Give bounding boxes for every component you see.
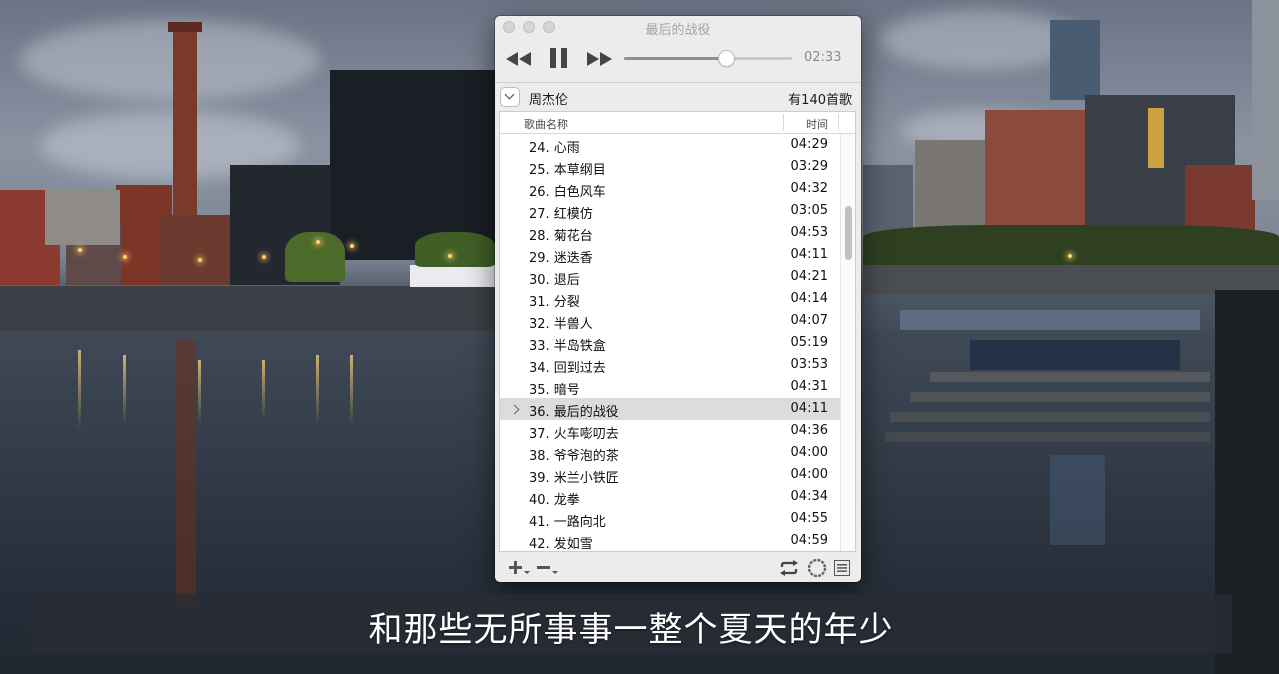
song-duration: 04:29 xyxy=(790,137,828,152)
song-title: 35. 暗号 xyxy=(529,383,580,398)
song-row[interactable]: 24. 心雨 04:29 xyxy=(500,134,840,156)
scrollbar-thumb[interactable] xyxy=(845,206,852,260)
song-title: 41. 一路向北 xyxy=(529,515,606,530)
song-duration: 04:55 xyxy=(790,511,828,526)
song-count: 有140首歌 xyxy=(788,93,852,108)
song-list: 歌曲名称 时间 24. 心雨 04:29 25. 本草纲目 03:29 26. 白色风车… xyxy=(500,112,855,551)
shuffle-circle-button[interactable] xyxy=(807,558,827,581)
circle-icon xyxy=(807,558,827,578)
chevron-down-icon xyxy=(504,89,515,100)
song-title: 42. 发如雪 xyxy=(529,537,593,551)
list-icon xyxy=(834,560,850,576)
song-row[interactable]: 38. 爷爷泡的茶 04:00 xyxy=(500,442,840,464)
subtitle-text: 和那些无所事事一整个夏天的年少 xyxy=(368,610,894,650)
song-title: 37. 火车嘭叨去 xyxy=(529,427,619,442)
song-duration: 04:00 xyxy=(790,467,828,482)
minus-icon xyxy=(537,566,558,574)
song-duration: 03:05 xyxy=(790,203,828,218)
song-title: 40. 龙拳 xyxy=(529,493,580,508)
song-duration: 04:32 xyxy=(790,181,828,196)
column-divider xyxy=(783,114,784,131)
song-row[interactable]: 26. 白色风车 04:32 xyxy=(500,178,840,200)
song-row[interactable]: 28. 菊花台 04:53 xyxy=(500,222,840,244)
song-title: 33. 半岛铁盒 xyxy=(529,339,606,354)
previous-track-button[interactable] xyxy=(505,51,533,67)
artist-collapse-toggle[interactable] xyxy=(501,88,519,106)
column-divider xyxy=(838,114,839,131)
song-duration: 05:19 xyxy=(790,335,828,350)
song-title: 29. 迷迭香 xyxy=(529,251,593,266)
progress-fill xyxy=(624,57,727,60)
song-row[interactable]: 36. 最后的战役 04:11 xyxy=(500,398,840,420)
song-duration: 03:29 xyxy=(790,159,828,174)
song-row[interactable]: 42. 发如雪 04:59 xyxy=(500,530,840,551)
window-title: 最后的战役 xyxy=(645,23,711,38)
column-header-name[interactable]: 歌曲名称 xyxy=(524,116,568,132)
list-header: 歌曲名称 时间 xyxy=(500,112,855,134)
song-rows: 24. 心雨 04:29 25. 本草纲目 03:29 26. 白色风车 04:32 27.… xyxy=(500,134,840,551)
song-title: 39. 米兰小铁匠 xyxy=(529,471,619,486)
vertical-scrollbar[interactable] xyxy=(840,134,855,551)
song-duration: 04:14 xyxy=(790,291,828,306)
song-duration: 04:11 xyxy=(790,401,828,416)
rewind-icon xyxy=(506,52,531,66)
add-song-button[interactable] xyxy=(509,560,531,579)
song-row[interactable]: 32. 半兽人 04:07 xyxy=(500,310,840,332)
column-header-time[interactable]: 时间 xyxy=(806,116,828,132)
song-row[interactable]: 34. 回到过去 03:53 xyxy=(500,354,840,376)
song-row[interactable]: 37. 火车嘭叨去 04:36 xyxy=(500,420,840,442)
repeat-icon xyxy=(780,560,798,576)
artist-name: 周杰伦 xyxy=(529,93,569,108)
playlist-view-button[interactable] xyxy=(834,560,850,579)
song-row[interactable]: 41. 一路向北 04:55 xyxy=(500,508,840,530)
song-duration: 04:07 xyxy=(790,313,828,328)
song-row[interactable]: 31. 分裂 04:14 xyxy=(500,288,840,310)
song-title: 36. 最后的战役 xyxy=(529,405,619,420)
progress-slider[interactable] xyxy=(624,51,792,66)
title-bar[interactable]: 最后的战役 xyxy=(495,16,861,38)
song-title: 34. 回到过去 xyxy=(529,361,606,376)
song-duration: 04:36 xyxy=(790,423,828,438)
subtitle-bar: 和那些无所事事一整个夏天的年少 xyxy=(30,594,1232,654)
song-duration: 04:53 xyxy=(790,225,828,240)
song-title: 24. 心雨 xyxy=(529,141,580,156)
song-duration: 04:34 xyxy=(790,489,828,504)
song-duration: 04:59 xyxy=(790,533,828,548)
song-row[interactable]: 30. 退后 04:21 xyxy=(500,266,840,288)
song-duration: 04:21 xyxy=(790,269,828,284)
song-row[interactable]: 27. 红模仿 03:05 xyxy=(500,200,840,222)
remove-song-button[interactable] xyxy=(537,560,559,579)
song-row[interactable]: 40. 龙拳 04:34 xyxy=(500,486,840,508)
next-track-button[interactable] xyxy=(586,51,614,67)
song-title: 32. 半兽人 xyxy=(529,317,593,332)
song-duration: 04:31 xyxy=(790,379,828,394)
song-title: 30. 退后 xyxy=(529,273,580,288)
song-row[interactable]: 29. 迷迭香 04:11 xyxy=(500,244,840,266)
song-duration: 04:00 xyxy=(790,445,828,460)
song-duration: 03:53 xyxy=(790,357,828,372)
artist-group-row: 周杰伦 有140首歌 xyxy=(495,83,861,111)
fast-forward-icon xyxy=(587,52,612,66)
song-row[interactable]: 39. 米兰小铁匠 04:00 xyxy=(500,464,840,486)
music-player-window: 最后的战役 02:33 周杰伦 有140首歌 歌曲名称 时间 24. 心雨 04… xyxy=(495,16,861,582)
pause-icon xyxy=(550,48,567,68)
song-title: 25. 本草纲目 xyxy=(529,163,606,178)
song-row[interactable]: 33. 半岛铁盒 05:19 xyxy=(500,332,840,354)
elapsed-time: 02:33 xyxy=(804,50,842,65)
bottom-toolbar xyxy=(495,554,861,582)
song-title: 28. 菊花台 xyxy=(529,229,593,244)
song-row[interactable]: 25. 本草纲目 03:29 xyxy=(500,156,840,178)
play-pause-button[interactable] xyxy=(549,47,569,69)
chevron-right-icon xyxy=(509,404,520,415)
plus-icon xyxy=(509,561,530,574)
song-title: 26. 白色风车 xyxy=(529,185,606,200)
song-row[interactable]: 35. 暗号 04:31 xyxy=(500,376,840,398)
repeat-button[interactable] xyxy=(779,560,799,579)
song-title: 27. 红模仿 xyxy=(529,207,593,222)
song-duration: 04:11 xyxy=(790,247,828,262)
progress-knob[interactable] xyxy=(719,51,735,66)
song-title: 38. 爷爷泡的茶 xyxy=(529,449,619,464)
song-title: 31. 分裂 xyxy=(529,295,580,310)
